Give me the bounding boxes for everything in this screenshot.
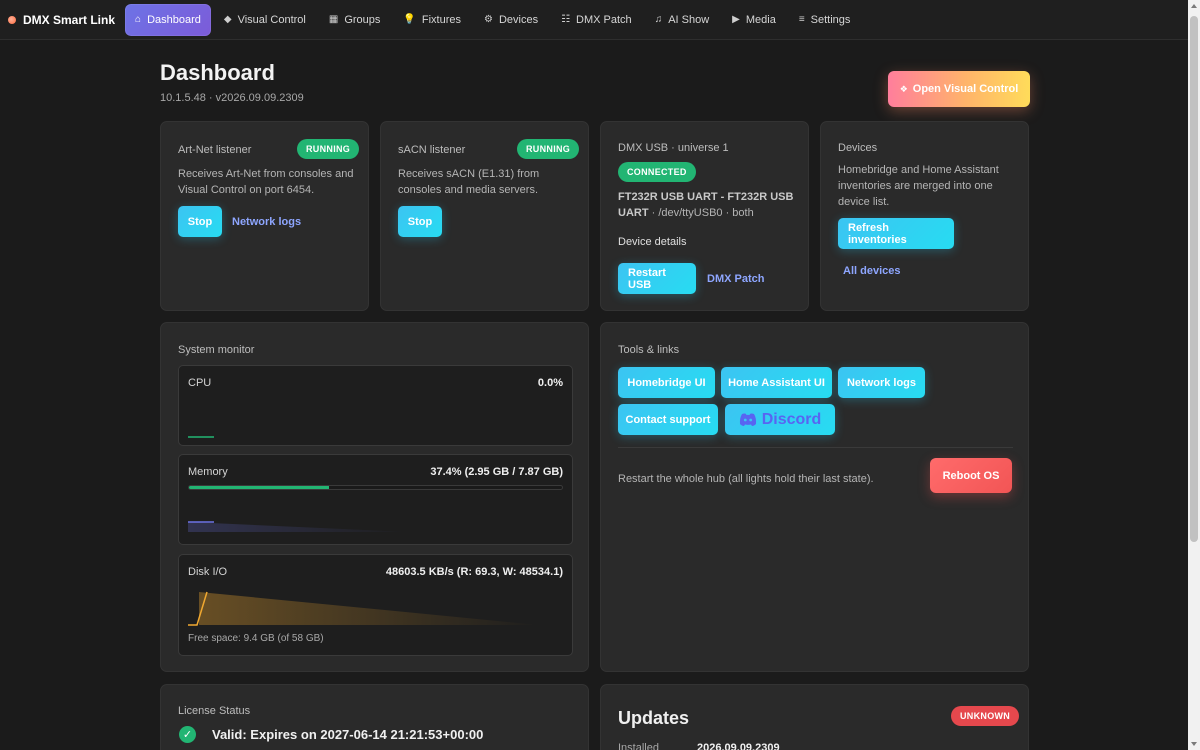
- tools-links-label: Tools & links: [618, 344, 680, 356]
- artnet-card: Art-Net listener RUNNING Receives Art-Ne…: [160, 121, 369, 311]
- tab-devices[interactable]: ⚙ Devices: [474, 4, 548, 36]
- system-monitor-card: System monitor CPU 0.0% Memory 37.4% (2.…: [160, 322, 589, 672]
- tab-settings[interactable]: ≡ Settings: [789, 4, 861, 36]
- button-label: Open Visual Control: [912, 83, 1019, 95]
- tab-dashboard[interactable]: ⌂ Dashboard: [125, 3, 211, 36]
- cpu-sparkline: [188, 436, 214, 438]
- open-visual-control-button[interactable]: ❖ Open Visual Control: [888, 71, 1030, 107]
- devices-description: Homebridge and Home Assistant inventorie…: [838, 164, 999, 208]
- tools-links-card: Tools & links Homebridge UI Home Assista…: [600, 322, 1029, 672]
- scroll-up-arrow-icon[interactable]: [1191, 4, 1197, 8]
- diamond-icon: ❖: [899, 83, 908, 94]
- tab-label: Visual Control: [237, 13, 306, 26]
- all-devices-link[interactable]: All devices: [843, 265, 900, 277]
- updates-title: Updates: [618, 708, 690, 728]
- contact-support-button[interactable]: Contact support: [618, 404, 718, 435]
- tab-ai-show[interactable]: ♫ AI Show: [645, 4, 719, 36]
- page-scrollbar[interactable]: [1188, 0, 1200, 750]
- top-nav: DMX Smart Link ⌂ Dashboard ◆ Visual Contro…: [0, 0, 1188, 40]
- devices-card: Devices Homebridge and Home Assistant in…: [820, 121, 1029, 311]
- sacn-card: sACN listener RUNNING Receives sACN (E1.…: [380, 121, 589, 311]
- installed-version-value: 2026.09.09.2309: [697, 742, 780, 750]
- tab-fixtures[interactable]: 💡 Fixtures: [393, 4, 471, 36]
- device-details-toggle[interactable]: Device details: [618, 234, 686, 250]
- sacn-stop-button[interactable]: Stop: [398, 206, 442, 237]
- memory-panel: Memory 37.4% (2.95 GB / 7.87 GB): [178, 454, 573, 545]
- tab-dmx-patch[interactable]: ☷ DMX Patch: [551, 4, 642, 36]
- home-icon: ⌂: [135, 14, 142, 25]
- license-status-label: License Status: [178, 705, 251, 717]
- scroll-down-arrow-icon[interactable]: [1191, 742, 1197, 746]
- refresh-inventories-button[interactable]: Refresh inventories: [838, 218, 954, 249]
- updates-card: Updates UNKNOWN Installed 2026.09.09.230…: [600, 684, 1029, 750]
- brand-name: DMX Smart Link: [23, 12, 116, 27]
- system-monitor-label: System monitor: [178, 344, 255, 356]
- discord-logo-icon: [739, 413, 756, 426]
- restart-usb-button[interactable]: Restart USB: [618, 263, 696, 294]
- reboot-description: Restart the whole hub (all lights hold t…: [618, 473, 874, 485]
- dmx-usb-label: DMX USB · universe 1: [618, 142, 729, 154]
- disk-free-space: Free space: 9.4 GB (of 58 GB): [188, 633, 324, 644]
- tools-divider: [618, 447, 1013, 448]
- status-badge: CONNECTED: [618, 162, 696, 182]
- lightbulb-icon: 💡: [403, 14, 416, 25]
- check-circle-icon: ✓: [179, 726, 196, 743]
- artnet-stop-button[interactable]: Stop: [178, 206, 222, 237]
- homebridge-ui-button[interactable]: Homebridge UI: [618, 367, 715, 398]
- discord-label: Discord: [761, 410, 822, 428]
- tab-visual-control[interactable]: ◆ Visual Control: [214, 4, 316, 36]
- patch-grid-icon: ☷: [561, 14, 571, 25]
- page-title: Dashboard: [160, 60, 275, 85]
- tab-label: Groups: [344, 13, 381, 26]
- license-status-card: License Status ✓ Valid: Expires on 2027-…: [160, 684, 589, 750]
- brand-logo-icon: [8, 15, 16, 24]
- cpu-panel: CPU 0.0%: [178, 365, 573, 446]
- tab-label: Settings: [810, 13, 851, 26]
- license-status-row: ✓ Valid: Expires on 2027-06-14 21:21:53+…: [179, 726, 483, 743]
- tab-label: AI Show: [668, 13, 710, 26]
- sacn-description: Receives sACN (E1.31) from consoles and …: [398, 168, 540, 196]
- artnet-description: Receives Art-Net from consoles and Visua…: [178, 168, 354, 196]
- artnet-label: Art-Net listener: [178, 144, 252, 156]
- disk-io-panel: Disk I/O 48603.5 KB/s (R: 69.3, W: 48534…: [178, 554, 573, 656]
- tab-label: Fixtures: [421, 13, 461, 26]
- network-logs-link[interactable]: Network logs: [232, 216, 301, 228]
- reboot-os-button[interactable]: Reboot OS: [930, 458, 1012, 493]
- gear-icon: ⚙: [483, 14, 493, 25]
- page-subtitle: 10.1.5.48 · v2026.09.09.2309: [160, 92, 304, 104]
- play-icon: ▶: [732, 14, 740, 25]
- menu-icon: ≡: [798, 14, 805, 25]
- dmx-patch-link[interactable]: DMX Patch: [707, 273, 764, 285]
- tab-media[interactable]: ▶ Media: [722, 4, 786, 36]
- devices-label: Devices: [838, 142, 878, 154]
- update-status-badge: UNKNOWN: [951, 706, 1020, 726]
- dmx-usb-card: DMX USB · universe 1 CONNECTED FT232R US…: [600, 121, 809, 311]
- status-badge: RUNNING: [517, 139, 580, 159]
- tab-groups[interactable]: ▦ Groups: [319, 4, 391, 36]
- sacn-label: sACN listener: [398, 144, 466, 156]
- brand[interactable]: DMX Smart Link: [8, 13, 115, 27]
- license-status-text: Valid: Expires on 2027-06-14 21:21:53+00…: [212, 727, 484, 742]
- tab-label: Dashboard: [147, 13, 201, 26]
- discord-button[interactable]: Discord: [725, 404, 835, 435]
- network-logs-button[interactable]: Network logs: [838, 367, 925, 398]
- scroll-thumb[interactable]: [1190, 16, 1198, 542]
- usb-device-path: · /dev/ttyUSB0 · both: [648, 207, 754, 219]
- memory-sparkline: [188, 521, 409, 532]
- home-assistant-ui-button[interactable]: Home Assistant UI: [721, 367, 832, 398]
- tab-label: Media: [745, 13, 776, 26]
- tab-label: DMX Patch: [576, 13, 632, 26]
- groups-icon: ▦: [328, 14, 339, 25]
- usb-device-info: FT232R USB UART - FT232R USB UART · /dev…: [618, 189, 798, 221]
- status-badge: RUNNING: [297, 139, 360, 159]
- tab-label: Devices: [498, 13, 539, 26]
- music-note-icon: ♫: [654, 14, 663, 25]
- installed-version-label: Installed: [618, 742, 659, 750]
- diamond-icon: ◆: [223, 14, 232, 25]
